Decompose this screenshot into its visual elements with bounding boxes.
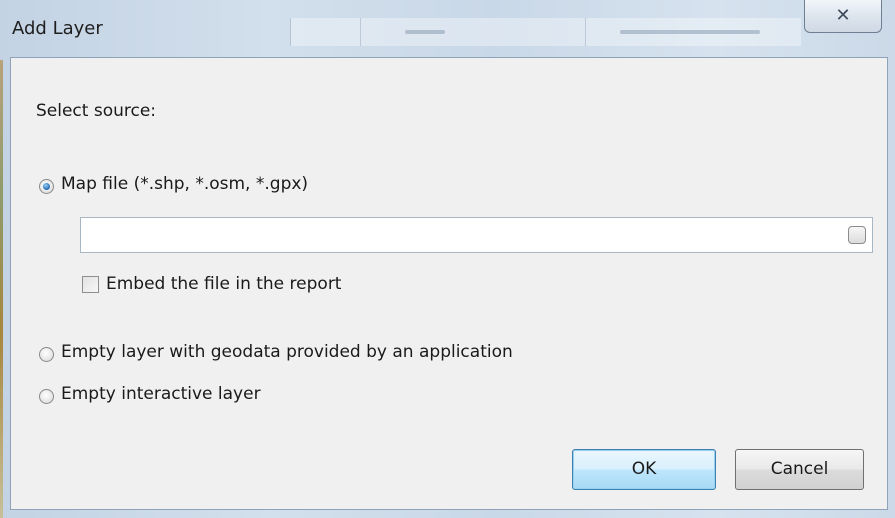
- radio-empty-interactive-layer-label[interactable]: Empty interactive layer: [61, 384, 261, 404]
- radio-map-file[interactable]: [39, 179, 54, 194]
- background-blur: [405, 30, 445, 34]
- file-path-input[interactable]: [80, 217, 873, 253]
- background-column: [290, 18, 361, 46]
- radio-empty-geodata-layer[interactable]: [39, 347, 54, 362]
- background-edge: [0, 60, 3, 518]
- embed-file-label[interactable]: Embed the file in the report: [106, 274, 341, 294]
- radio-empty-interactive-layer[interactable]: [39, 389, 54, 404]
- embed-file-checkbox[interactable]: [82, 276, 99, 293]
- window-title: Add Layer: [12, 18, 103, 39]
- background-column: [360, 18, 586, 46]
- background-blur: [620, 30, 760, 34]
- radio-empty-geodata-layer-label[interactable]: Empty layer with geodata provided by an …: [61, 342, 513, 362]
- close-button[interactable]: ✕: [804, 0, 882, 33]
- ok-button[interactable]: OK: [572, 449, 716, 490]
- browse-icon[interactable]: [848, 226, 866, 244]
- dialog-body: Select source: Map file (*.shp, *.osm, *…: [10, 57, 888, 510]
- radio-map-file-label[interactable]: Map file (*.shp, *.osm, *.gpx): [61, 174, 308, 194]
- cancel-button[interactable]: Cancel: [735, 449, 864, 490]
- select-source-label: Select source:: [36, 101, 157, 121]
- close-icon: ✕: [835, 5, 851, 26]
